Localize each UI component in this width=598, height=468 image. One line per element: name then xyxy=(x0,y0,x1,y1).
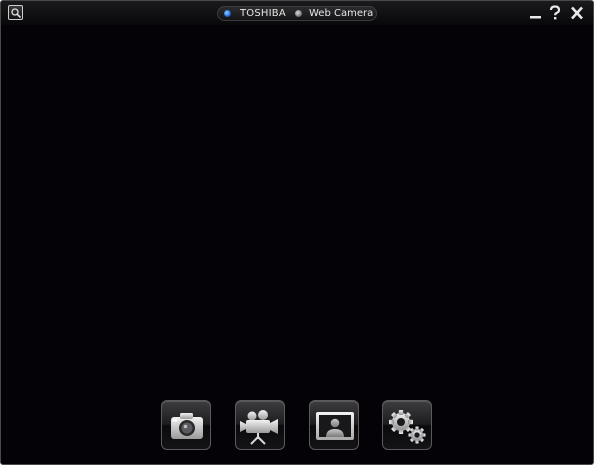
settings-button[interactable] xyxy=(382,400,432,450)
help-icon xyxy=(549,5,561,20)
zoom-button[interactable] xyxy=(8,5,23,20)
magnifier-icon xyxy=(11,8,22,19)
toolbar xyxy=(1,398,593,456)
capture-photo-button[interactable] xyxy=(161,400,211,450)
title-pill: TOSHIBA Web Camera xyxy=(217,6,377,21)
minimize-icon xyxy=(530,16,541,19)
brand-name: TOSHIBA xyxy=(240,8,286,19)
close-icon xyxy=(571,6,583,20)
camera-viewport xyxy=(1,25,593,397)
help-button[interactable] xyxy=(547,5,563,21)
minimize-button[interactable] xyxy=(528,5,544,21)
camera-icon xyxy=(171,413,203,439)
video-camera-icon xyxy=(240,410,278,445)
portrait-frame-icon xyxy=(316,412,354,440)
close-button[interactable] xyxy=(569,5,585,21)
frame-effects-button[interactable] xyxy=(309,400,359,450)
record-video-button[interactable] xyxy=(235,400,285,450)
separator-dot-icon xyxy=(295,10,302,17)
app-title: Web Camera xyxy=(309,8,374,19)
webcam-window: TOSHIBA Web Camera xyxy=(0,0,594,465)
title-bar[interactable]: TOSHIBA Web Camera xyxy=(1,1,593,25)
brand-indicator-icon xyxy=(224,10,231,17)
gears-icon xyxy=(389,410,426,444)
